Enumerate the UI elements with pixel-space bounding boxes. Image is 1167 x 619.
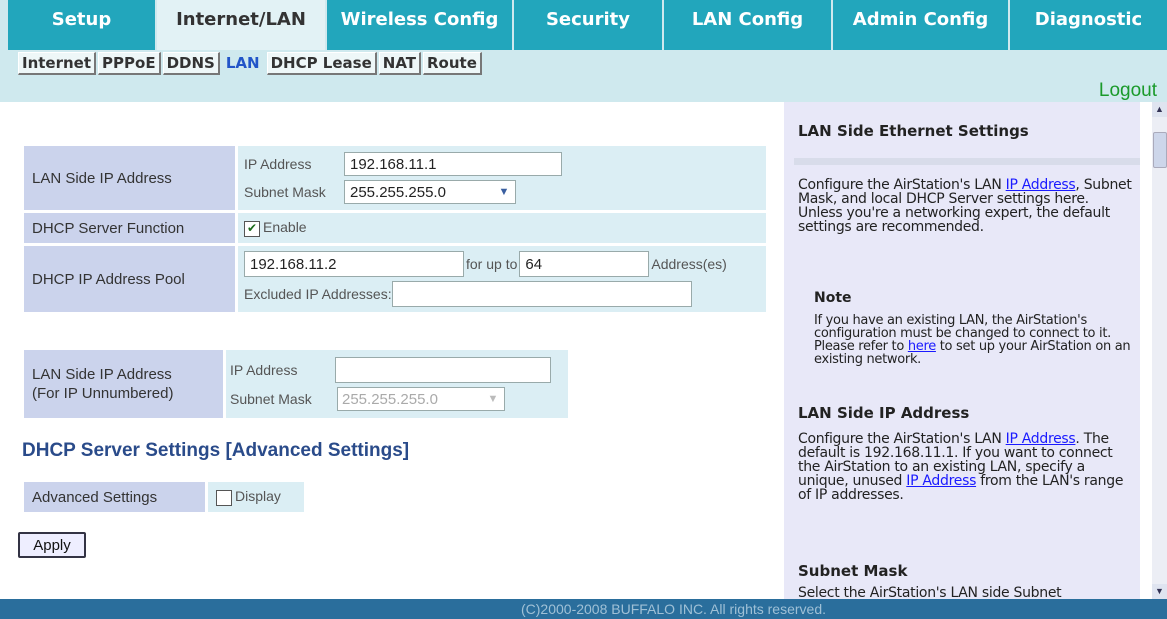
dhcp-pool-label: DHCP IP Address Pool (24, 246, 235, 312)
excluded-input[interactable] (391, 281, 692, 307)
tab-lan-config[interactable]: LAN Config (664, 0, 831, 50)
excluded-label: Excluded IP Addresses: (244, 286, 392, 302)
help-note-text: If you have an existing LAN, the AirStat… (814, 313, 1131, 367)
scroll-down-icon[interactable]: ▼ (1152, 584, 1167, 599)
help-title-ethernet: LAN Side Ethernet Settings (798, 122, 1029, 140)
unnumbered-ip-input[interactable] (335, 357, 551, 383)
dhcp-function-label: DHCP Server Function (24, 213, 235, 243)
help-separator (794, 158, 1140, 165)
advanced-settings-title: DHCP Server Settings [Advanced Settings] (22, 440, 410, 461)
subtab-ddns[interactable]: DDNS (162, 52, 220, 75)
scroll-up-icon[interactable]: ▲ (1152, 102, 1167, 117)
dhcp-enable-checkbox[interactable]: ✔ (244, 220, 260, 237)
subnet-mask-select[interactable]: 255.255.255.0 ▼ (344, 180, 516, 204)
lan-ip-label: LAN Side IP Address (24, 146, 235, 210)
dhcp-enable-label: Enable (263, 219, 307, 236)
top-navigation: Setup Internet/LAN Wireless Config Secur… (0, 0, 1167, 50)
help-lan-ip-text: Configure the AirStation's LAN IP Addres… (798, 431, 1124, 503)
subtab-nat[interactable]: NAT (378, 52, 421, 75)
advanced-table: Advanced Settings Display (21, 479, 307, 515)
help-ethernet-text: Configure the AirStation's LAN IP Addres… (798, 177, 1132, 235)
lan-settings-table: LAN Side IP Address IP Address Subnet Ma… (21, 143, 769, 315)
unnumbered-ip-label: IP Address (230, 362, 298, 378)
help-subnet-text: Select the AirStation's LAN side Subnet (798, 585, 1062, 599)
scroll-thumb[interactable] (1153, 132, 1167, 168)
subtab-route[interactable]: Route (423, 52, 482, 75)
lan-ip-input[interactable] (344, 152, 562, 176)
help-note-title: Note (814, 290, 852, 306)
unnumbered-subnet-value: 255.255.255.0 (342, 390, 438, 408)
help-title-subnet: Subnet Mask (798, 562, 908, 580)
display-label: Display (235, 488, 281, 505)
help-ip-link-3[interactable]: IP Address (906, 473, 976, 489)
unnumbered-label-line2: (For IP Unnumbered) (32, 385, 174, 402)
subnet-mask-value: 255.255.255.0 (350, 183, 446, 201)
help-scrollbar[interactable]: ▲ ▼ (1152, 102, 1167, 599)
help-panel: LAN Side Ethernet Settings Configure the… (784, 102, 1140, 599)
apply-button[interactable]: Apply (18, 532, 86, 558)
advanced-label: Advanced Settings (24, 482, 205, 512)
display-checkbox[interactable] (216, 489, 232, 506)
unnumbered-table: LAN Side IP Address (For IP Unnumbered) … (21, 347, 571, 421)
pool-count-input[interactable] (519, 251, 650, 277)
subnet-mask-label: Subnet Mask (244, 184, 326, 200)
tab-setup[interactable]: Setup (8, 0, 155, 50)
unnumbered-subnet-label: Subnet Mask (230, 391, 312, 407)
unnumbered-label-line1: LAN Side IP Address (32, 366, 172, 383)
help-title-lan-ip: LAN Side IP Address (798, 404, 970, 422)
subtab-internet[interactable]: Internet (18, 52, 97, 75)
tab-security[interactable]: Security (514, 0, 662, 50)
subtab-pppoe[interactable]: PPPoE (98, 52, 161, 75)
tab-diagnostic[interactable]: Diagnostic (1010, 0, 1167, 50)
subtab-dhcp-lease[interactable]: DHCP Lease (266, 52, 377, 75)
tab-wireless-config[interactable]: Wireless Config (327, 0, 512, 50)
chevron-down-icon: ▼ (498, 186, 510, 198)
tab-internet-lan[interactable]: Internet/LAN (157, 0, 325, 50)
for-up-to-label: for up to (466, 256, 518, 272)
unnumbered-subnet-select[interactable]: 255.255.255.0 ▼ (337, 387, 505, 411)
footer-copyright: (C)2000-2008 BUFFALO INC. All rights res… (0, 599, 1167, 619)
subtab-lan[interactable]: LAN (221, 52, 265, 75)
pool-start-input[interactable] (244, 251, 464, 277)
tab-admin-config[interactable]: Admin Config (833, 0, 1008, 50)
chevron-down-icon: ▼ (487, 393, 499, 405)
ip-address-label: IP Address (244, 156, 312, 172)
logout-link[interactable]: Logout (1099, 80, 1157, 102)
addresses-label: Address(es) (651, 256, 727, 272)
sub-navigation: Internet PPPoE DDNS LAN DHCP Lease NAT R… (0, 50, 1167, 102)
